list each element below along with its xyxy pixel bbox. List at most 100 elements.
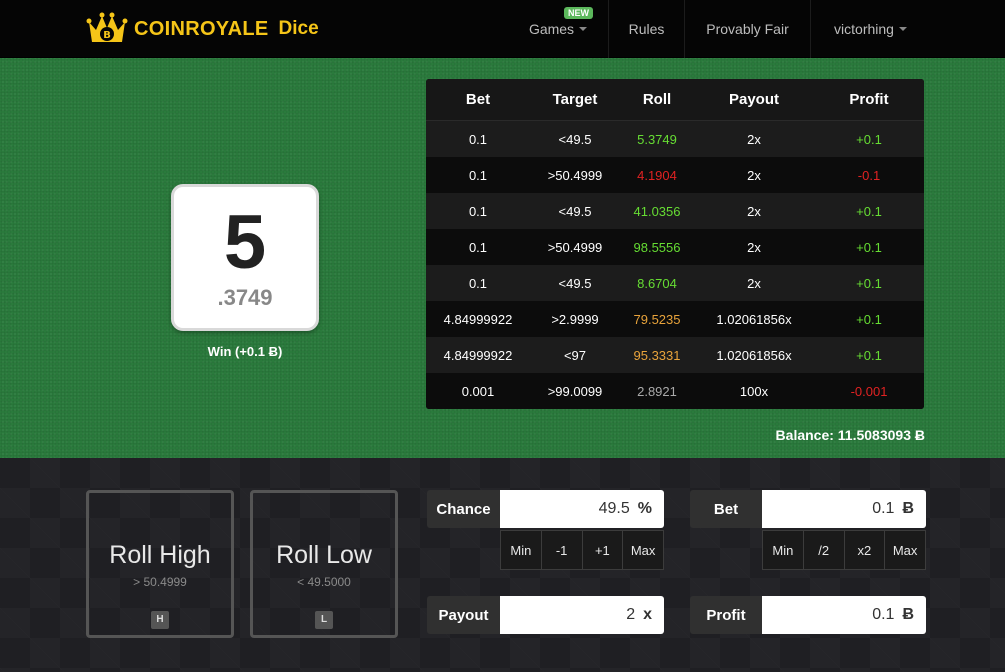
crown-bitcoin-icon: B (86, 12, 128, 46)
cell-profit: -0.001 (850, 383, 888, 399)
chance-minus-one-button[interactable]: -1 (540, 531, 582, 569)
cell-payout: 2x (747, 239, 761, 255)
profit-input[interactable]: 0.1 Ƀ (762, 596, 926, 634)
table-row: 0.1 >50.4999 4.1904 2x -0.1 (426, 157, 924, 193)
header-payout: Payout (728, 91, 779, 108)
result-text: Win (+0.1 Ƀ) (207, 344, 283, 359)
top-navbar: B COINROYALE Dice Games NEW Rules Provab… (0, 0, 1005, 58)
table-row: 4.84999922 <97 95.3331 1.02061856x +0.1 (426, 337, 924, 373)
brand-royale: ROYALE (185, 17, 269, 40)
bet-input[interactable]: 0.1 Ƀ (762, 490, 926, 528)
cell-roll: 4.1904 (637, 167, 677, 183)
table-row: 4.84999922 >2.9999 79.5235 1.02061856x +… (426, 301, 924, 337)
dice-integer: 5 (223, 200, 267, 285)
cell-payout: 2x (747, 203, 761, 219)
table-row: 0.1 <49.5 8.6704 2x +0.1 (426, 265, 924, 301)
roll-low-label: Roll Low (276, 541, 372, 569)
new-badge: NEW (564, 7, 593, 19)
cell-profit: -0.1 (857, 167, 881, 183)
svg-text:B: B (103, 30, 111, 41)
nav-games-label: Games (528, 21, 575, 37)
chance-plus-one-button[interactable]: +1 (581, 531, 623, 569)
bet-max-button[interactable]: Max (884, 531, 925, 569)
brand-subtitle: Dice (278, 18, 319, 39)
cell-roll: 41.0356 (633, 203, 681, 219)
bet-button-group: Min /2 x2 Max (762, 530, 926, 570)
cell-target: <97 (563, 347, 587, 363)
roll-high-button[interactable]: Roll High > 50.4999 H (86, 490, 234, 638)
cell-payout: 1.02061856x (716, 311, 792, 327)
cell-payout: 2x (747, 275, 761, 291)
header-profit: Profit (849, 91, 889, 108)
cell-payout: 1.02061856x (716, 347, 792, 363)
bet-label: Bet (690, 490, 762, 528)
multiplier-unit: x (643, 606, 652, 623)
cell-profit: +0.1 (856, 347, 882, 363)
nav-user-menu[interactable]: victorhing (810, 0, 930, 58)
cell-roll: 98.5556 (633, 239, 681, 255)
payout-label: Payout (427, 596, 500, 634)
cell-roll: 2.8921 (637, 383, 677, 399)
nav-provably-fair[interactable]: Provably Fair (684, 0, 810, 58)
bet-min-button[interactable]: Min (763, 531, 803, 569)
cell-roll: 79.5235 (633, 311, 681, 327)
cell-payout: 2x (747, 167, 761, 183)
cell-target: >50.4999 (547, 239, 603, 255)
roll-low-button[interactable]: Roll Low < 49.5000 L (250, 490, 398, 638)
cell-roll: 8.6704 (637, 275, 677, 291)
bet-history-table: Bet Target Roll Payout Profit 0.1 <49.5 … (426, 79, 924, 409)
chance-input[interactable]: 49.5% (500, 490, 664, 528)
cell-target: <49.5 (558, 131, 592, 147)
cell-profit: +0.1 (856, 131, 882, 147)
bet-half-button[interactable]: /2 (802, 531, 844, 569)
cell-roll: 5.3749 (637, 131, 677, 147)
brand-coin: COIN (134, 17, 186, 40)
profit-value: 0.1 (872, 606, 895, 623)
brand-logo[interactable]: B COINROYALE Dice (86, 12, 319, 46)
header-bet: Bet (465, 91, 491, 108)
brand-name: COINROYALE (134, 18, 269, 41)
cell-profit: +0.1 (856, 203, 882, 219)
cell-bet: 0.1 (468, 203, 488, 219)
cell-bet: 0.1 (468, 167, 488, 183)
payout-value: 2 (626, 606, 636, 623)
roll-high-target: > 50.4999 (133, 575, 187, 589)
cell-profit: +0.1 (856, 239, 882, 255)
bet-double-button[interactable]: x2 (843, 531, 885, 569)
table-row: 0.1 <49.5 41.0356 2x +0.1 (426, 193, 924, 229)
header-target: Target (552, 91, 598, 108)
dice-fraction: .3749 (217, 285, 273, 310)
nav-rules[interactable]: Rules (608, 0, 684, 58)
cell-profit: +0.1 (856, 275, 882, 291)
bet-value: 0.1 (872, 500, 895, 517)
username: victorhing (834, 21, 894, 37)
nav-games[interactable]: Games (508, 0, 608, 58)
roll-high-label: Roll High (109, 541, 211, 569)
hotkey-l-badge: L (315, 611, 333, 629)
chance-max-button[interactable]: Max (622, 531, 663, 569)
cell-target: <49.5 (558, 275, 592, 291)
chance-value: 49.5 (598, 500, 630, 517)
cell-roll: 95.3331 (633, 347, 681, 363)
cell-target: >50.4999 (547, 167, 603, 183)
hotkey-h-badge: H (151, 611, 169, 629)
table-row: 0.001 >99.0099 2.8921 100x -0.001 (426, 373, 924, 409)
bitcoin-icon: Ƀ (902, 606, 914, 623)
cell-bet: 0.1 (468, 275, 488, 291)
cell-target: <49.5 (558, 203, 592, 219)
table-row: 0.1 <49.5 5.3749 2x +0.1 (426, 121, 924, 157)
header-roll: Roll (642, 91, 672, 108)
cell-profit: +0.1 (856, 311, 882, 327)
chance-min-button[interactable]: Min (501, 531, 541, 569)
cell-target: >2.9999 (551, 311, 599, 327)
balance-display: Balance: 11.5083093 Ƀ (775, 427, 925, 443)
cell-bet: 0.1 (468, 131, 488, 147)
cell-bet: 4.84999922 (443, 311, 513, 327)
bitcoin-icon: Ƀ (902, 500, 914, 517)
chance-label: Chance (427, 490, 500, 528)
roll-low-target: < 49.5000 (297, 575, 351, 589)
chevron-down-icon (579, 27, 588, 31)
payout-input[interactable]: 2x (500, 596, 664, 634)
cell-bet: 0.1 (468, 239, 488, 255)
cell-payout: 100x (739, 383, 769, 399)
